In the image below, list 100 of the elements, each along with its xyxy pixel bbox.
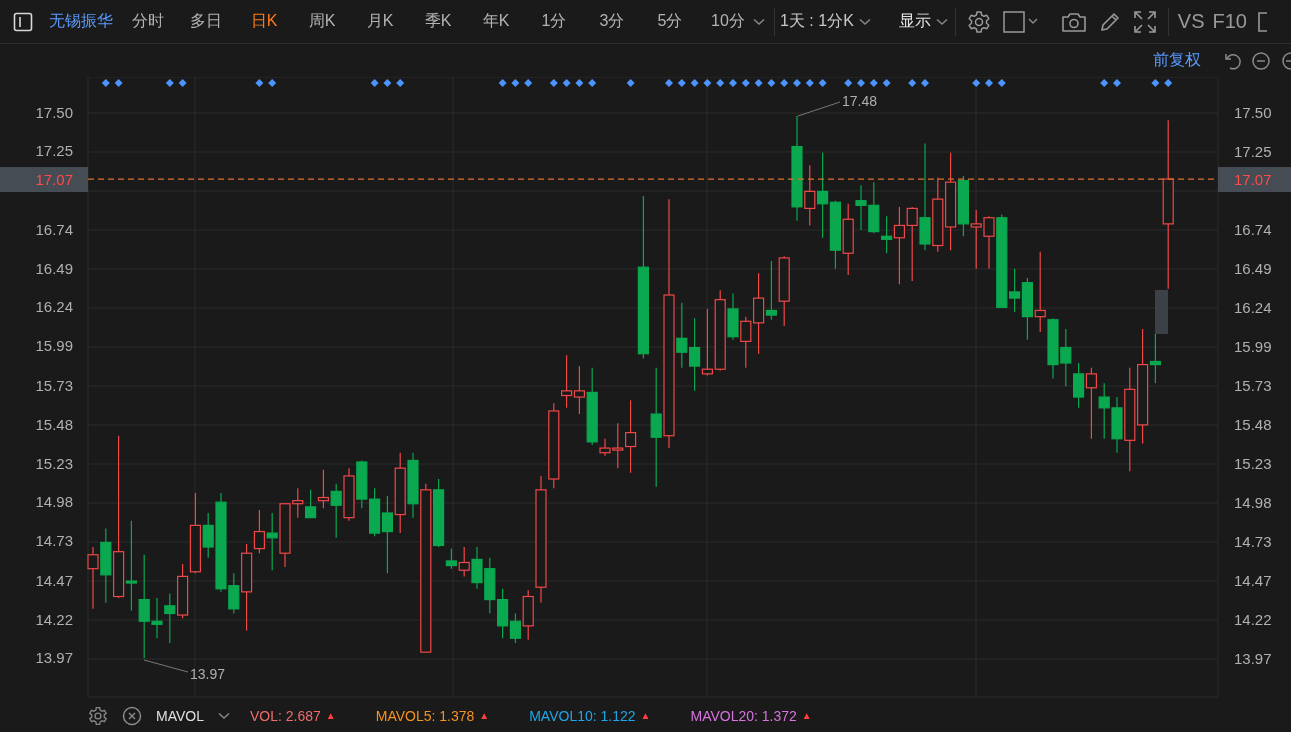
range-dropdown[interactable]: 1天 : 1分K [780, 11, 871, 32]
up-arrow: ▲ [479, 710, 490, 721]
candlestick [573, 365, 585, 415]
price-tick: 15.73 [35, 377, 73, 395]
price-tick: 16.49 [1234, 260, 1272, 277]
candlestick [381, 495, 393, 574]
caret-icon [935, 17, 948, 26]
up-arrow: ▲ [325, 710, 336, 721]
price-tick: 17.25 [35, 142, 73, 160]
price-tick: 16.24 [35, 298, 73, 316]
price-tick: 15.23 [35, 454, 73, 472]
candlestick [1085, 367, 1097, 440]
period-tab[interactable]: 3分 [583, 11, 641, 32]
candlestick [317, 469, 329, 509]
stock-name[interactable]: 无锡振华 [49, 11, 113, 32]
price-tick: 16.24 [1234, 299, 1272, 316]
price-tick: 16.74 [1234, 221, 1272, 238]
candlestick [458, 546, 470, 577]
indicator-value: VOL: 2.687 [250, 707, 321, 724]
up-arrow: ▲ [801, 710, 812, 721]
adjustment-link[interactable]: 前复权 [1153, 50, 1201, 71]
current-price-label: 17.07 [1218, 167, 1291, 192]
display-dropdown[interactable]: 显示 [898, 11, 948, 32]
candlestick [676, 302, 688, 369]
price-tick: 15.99 [35, 337, 73, 355]
indicator-value: MAVOL10: 1.122 [529, 707, 636, 724]
current-price-label: 17.07 [0, 167, 88, 193]
price-tick: 17.25 [1234, 143, 1272, 160]
candlestick [701, 308, 713, 376]
candlestick [625, 399, 637, 474]
price-tick: 17.50 [35, 103, 73, 121]
candlestick [87, 546, 99, 610]
close-icon[interactable] [122, 705, 142, 726]
period-tab[interactable]: 分时 [119, 11, 177, 32]
candlestick [906, 206, 918, 282]
candlestick [164, 592, 176, 644]
candlestick [125, 520, 137, 612]
f10-button[interactable]: F10 [1212, 10, 1247, 33]
period-tab[interactable]: 1分 [525, 11, 583, 32]
price-tick: 13.97 [35, 649, 73, 667]
caret-icon[interactable] [753, 17, 765, 26]
period-tab[interactable]: 月K [351, 11, 409, 32]
period-tab[interactable]: 日K [235, 11, 293, 32]
high-price-label: 17.48 [842, 93, 878, 109]
price-tick: 15.48 [1234, 416, 1272, 433]
leader-line [797, 101, 841, 117]
price-tick: 14.73 [35, 531, 73, 549]
chart-panel-icon[interactable] [13, 11, 33, 32]
candlestick [561, 354, 573, 409]
price-tick: 15.23 [1234, 455, 1272, 472]
period-tab[interactable]: 10分 [699, 11, 757, 32]
camera-icon[interactable] [1060, 10, 1087, 33]
low-price-label: 13.97 [190, 666, 226, 682]
candlestick [893, 206, 905, 285]
price-tick: 17.50 [1234, 104, 1272, 121]
candlestick [1009, 268, 1021, 313]
candlestick [689, 317, 701, 392]
candlestick [817, 152, 829, 239]
price-tick: 15.48 [35, 415, 73, 433]
candlestick [509, 612, 521, 644]
period-tab[interactable]: 季K [409, 11, 467, 32]
candlestick [1073, 362, 1085, 409]
price-tick: 14.47 [35, 572, 73, 590]
price-tick: 14.98 [35, 493, 73, 511]
price-tick: 15.99 [1234, 338, 1272, 355]
period-tab[interactable]: 多日 [177, 11, 235, 32]
settings-icon[interactable] [88, 705, 108, 726]
price-tick: 14.22 [35, 610, 73, 628]
price-tick: 13.97 [1234, 650, 1272, 667]
vs-button[interactable]: VS [1177, 10, 1205, 33]
price-tick: 14.22 [1234, 611, 1272, 628]
candlestick [765, 260, 777, 321]
zoom-out-icon[interactable] [1251, 50, 1271, 71]
period-tab[interactable]: 周K [293, 11, 351, 32]
price-tick: 16.49 [35, 259, 73, 277]
leader-line [143, 659, 189, 673]
period-tab[interactable]: 5分 [641, 11, 699, 32]
indicator-dropdown[interactable]: MAVOL [156, 707, 230, 724]
candlestick [305, 489, 317, 519]
candlestick [650, 367, 662, 488]
candlestick [445, 547, 457, 570]
fullscreen-icon[interactable] [1132, 9, 1157, 34]
price-tick: 14.47 [1234, 572, 1272, 589]
candlestick [1149, 333, 1161, 384]
price-tick: 16.74 [35, 221, 73, 239]
candlestick [330, 483, 342, 539]
ref-line-label: 17.07 [35, 171, 73, 189]
period-tab[interactable]: 年K [467, 11, 525, 32]
price-tick: 14.73 [1234, 533, 1272, 550]
price-tick: 14.98 [1234, 494, 1272, 511]
indicator-value: MAVOL5: 1.378 [375, 707, 475, 724]
candlestick [266, 512, 278, 571]
candlestick [804, 164, 816, 227]
candlestick [253, 509, 265, 554]
candlestick [881, 215, 893, 254]
caret-icon [218, 711, 230, 720]
settings-icon[interactable] [966, 9, 991, 34]
candlestick [1034, 251, 1046, 333]
pencil-icon[interactable] [1098, 10, 1121, 33]
square-dropdown-icon[interactable] [1002, 10, 1041, 33]
